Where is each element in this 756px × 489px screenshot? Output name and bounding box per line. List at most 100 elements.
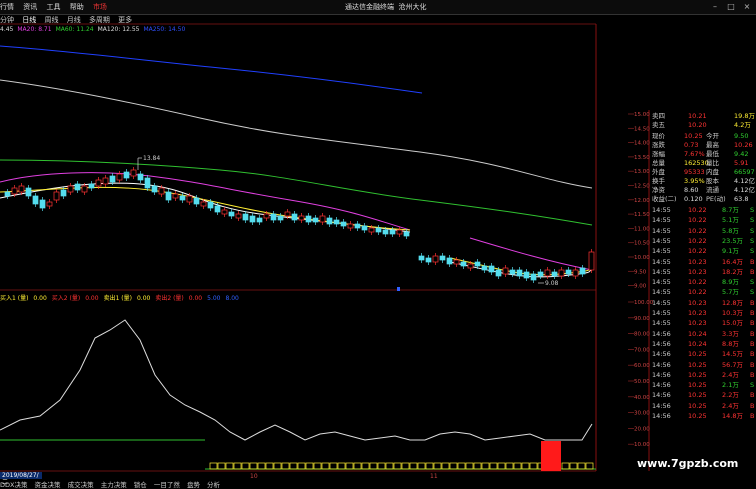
stat-label-2: 量比: [706, 159, 719, 167]
price-axis-label: 12.50: [634, 184, 650, 190]
quote-panel: 卖四 10.21 19.8万 卖五 10.20 4.2万 现价 10.25 今开 9.…: [650, 110, 756, 470]
tab-volume[interactable]: 成交决策: [68, 481, 94, 489]
tick-row[interactable]: 14:56 10.25 56.7万 B: [650, 361, 756, 370]
ask4-vol: 19.8万: [734, 112, 755, 120]
indicator-axis-label: 80.00: [634, 332, 650, 338]
tab-lock[interactable]: 锁仓: [134, 481, 147, 489]
quote-stat-row: 总量 162530 量比 5.91: [650, 159, 756, 168]
ask4-row[interactable]: 卖四 10.21 19.8万: [650, 112, 756, 121]
quote-stat-row: 收益(二) 0.120 PE(动) 63.8: [650, 195, 756, 204]
price-axis-label: 14.00: [634, 141, 650, 147]
tab-capital[interactable]: 资金决策: [35, 481, 61, 489]
stat-value: 7.67%: [684, 150, 705, 158]
tab-analysis[interactable]: 分析: [207, 481, 220, 489]
indicator-axis-label: 40.00: [634, 395, 650, 401]
indicator-box: [401, 462, 410, 470]
indicator-box: [457, 462, 466, 470]
ask4-price: 10.21: [688, 112, 707, 120]
indicator-box: [505, 462, 514, 470]
tick-row[interactable]: 14:55 10.22 5.1万 S: [650, 216, 756, 225]
tick-side: B: [750, 370, 755, 379]
tick-volume: 56.7万: [722, 360, 743, 369]
tick-row[interactable]: 14:56 10.25 14.5万 B: [650, 350, 756, 359]
tick-row[interactable]: 14:56 10.24 3.3万 B: [650, 330, 756, 339]
indicator-legend-item: 0.00: [188, 295, 203, 302]
candle-body: [11, 187, 18, 195]
tick-row[interactable]: 14:56 10.25 2.2万 B: [650, 391, 756, 400]
indicator-box: [521, 462, 530, 470]
indicator-box: [345, 462, 354, 470]
indicator-box: [449, 462, 458, 470]
indicator-box: [425, 462, 434, 470]
tick-row[interactable]: 14:56 10.25 2.4万 B: [650, 402, 756, 411]
tick-row[interactable]: 14:55 10.23 15.0万 B: [650, 319, 756, 328]
tick-price: 10.23: [688, 309, 707, 317]
tick-side: B: [750, 350, 755, 359]
tick-row[interactable]: 14:55 10.22 9.1万 S: [650, 247, 756, 256]
ask5-row[interactable]: 卖五 10.20 4.2万: [650, 121, 756, 130]
stat-label-2: 最高: [706, 141, 719, 149]
candle-body: [277, 215, 284, 221]
stat-label: 现价: [652, 132, 665, 140]
tick-time: 14:56: [652, 360, 671, 369]
indicator-box: [225, 462, 234, 470]
price-axis-label: 9.00: [634, 284, 647, 290]
tick-row[interactable]: 14:56 10.25 2.4万 B: [650, 371, 756, 380]
tab-ddx[interactable]: DDX决策: [0, 481, 27, 489]
tick-row[interactable]: 14:55 10.22 8.9万 S: [650, 278, 756, 287]
x-tick-11: 11: [430, 473, 438, 480]
tick-side: B: [750, 412, 755, 420]
indicator-legend-item: 0.00: [136, 295, 151, 302]
tick-row[interactable]: 14:55 10.22 5.7万 S: [650, 288, 756, 297]
indicator-box: [249, 462, 258, 470]
indicator-box: [561, 462, 570, 470]
tick-row[interactable]: 14:55 10.23 18.2万 B: [650, 268, 756, 277]
indicator-box: [289, 462, 298, 470]
candle-body: [158, 187, 165, 195]
tick-time: 14:56: [652, 329, 671, 338]
candle-body: [74, 183, 81, 191]
tick-row[interactable]: 14:56 10.25 2.1万 S: [650, 381, 756, 390]
indicator-box: [529, 462, 538, 470]
price-axis-label: 11.00: [634, 226, 650, 232]
indicator-legend-item: 买入2 (量): [51, 295, 81, 302]
indicator-box: [441, 462, 450, 470]
tick-price: 10.22: [688, 226, 707, 235]
candle-body: [439, 255, 446, 261]
tick-volume: 5.7万: [722, 288, 739, 297]
tick-row[interactable]: 14:55 10.23 12.8万 B: [650, 299, 756, 308]
indicator-axis-label: 60.00: [634, 363, 650, 369]
candle-body: [516, 269, 523, 277]
tick-row[interactable]: 14:55 10.22 23.5万 S: [650, 237, 756, 246]
candle-body: [102, 177, 109, 185]
indicator-boxes: [209, 462, 594, 470]
volume-marker: [397, 287, 400, 291]
candle-body: [81, 185, 88, 193]
tick-row[interactable]: 14:56 10.25 14.8万 B: [650, 412, 756, 421]
tick-volume: 2.2万: [722, 391, 739, 400]
tick-price: 10.25: [688, 370, 707, 379]
candle-body: [200, 201, 207, 207]
tick-side: S: [750, 278, 755, 287]
tick-volume: 2.1万: [722, 381, 739, 390]
tab-trend[interactable]: 盘势: [187, 481, 200, 489]
tick-row[interactable]: 14:56 10.24 8.8万 B: [650, 340, 756, 349]
quote-stat-row: 涨跌 0.73 最高 10.26: [650, 141, 756, 150]
stat-label: 涨幅: [652, 150, 665, 158]
candle-body: [446, 257, 453, 265]
price-axis-label: 15.00: [634, 112, 650, 118]
tick-row[interactable]: 14:55 10.22 5.8万 S: [650, 227, 756, 236]
tick-row[interactable]: 14:55 10.22 8.7万 S: [650, 206, 756, 215]
kline-chart[interactable]: 13.84 9.08 15.00 14.50 14.00 13.50 13.00 12.5…: [0, 0, 756, 487]
candles: [4, 167, 595, 283]
tick-volume: 2.4万: [722, 370, 739, 379]
tab-main-force[interactable]: 主力决策: [101, 481, 127, 489]
stat-label: 外盘: [652, 168, 665, 176]
tick-row[interactable]: 14:55 10.23 10.3万 B: [650, 309, 756, 318]
tick-row[interactable]: 14:55 10.23 16.4万 B: [650, 258, 756, 267]
stat-value: 8.60: [684, 186, 699, 194]
stat-label: 收益(二): [652, 195, 677, 203]
indicator-box: [361, 462, 370, 470]
tab-overview[interactable]: 一目了然: [154, 481, 180, 489]
indicator-axis-label: 20.00: [634, 426, 650, 432]
